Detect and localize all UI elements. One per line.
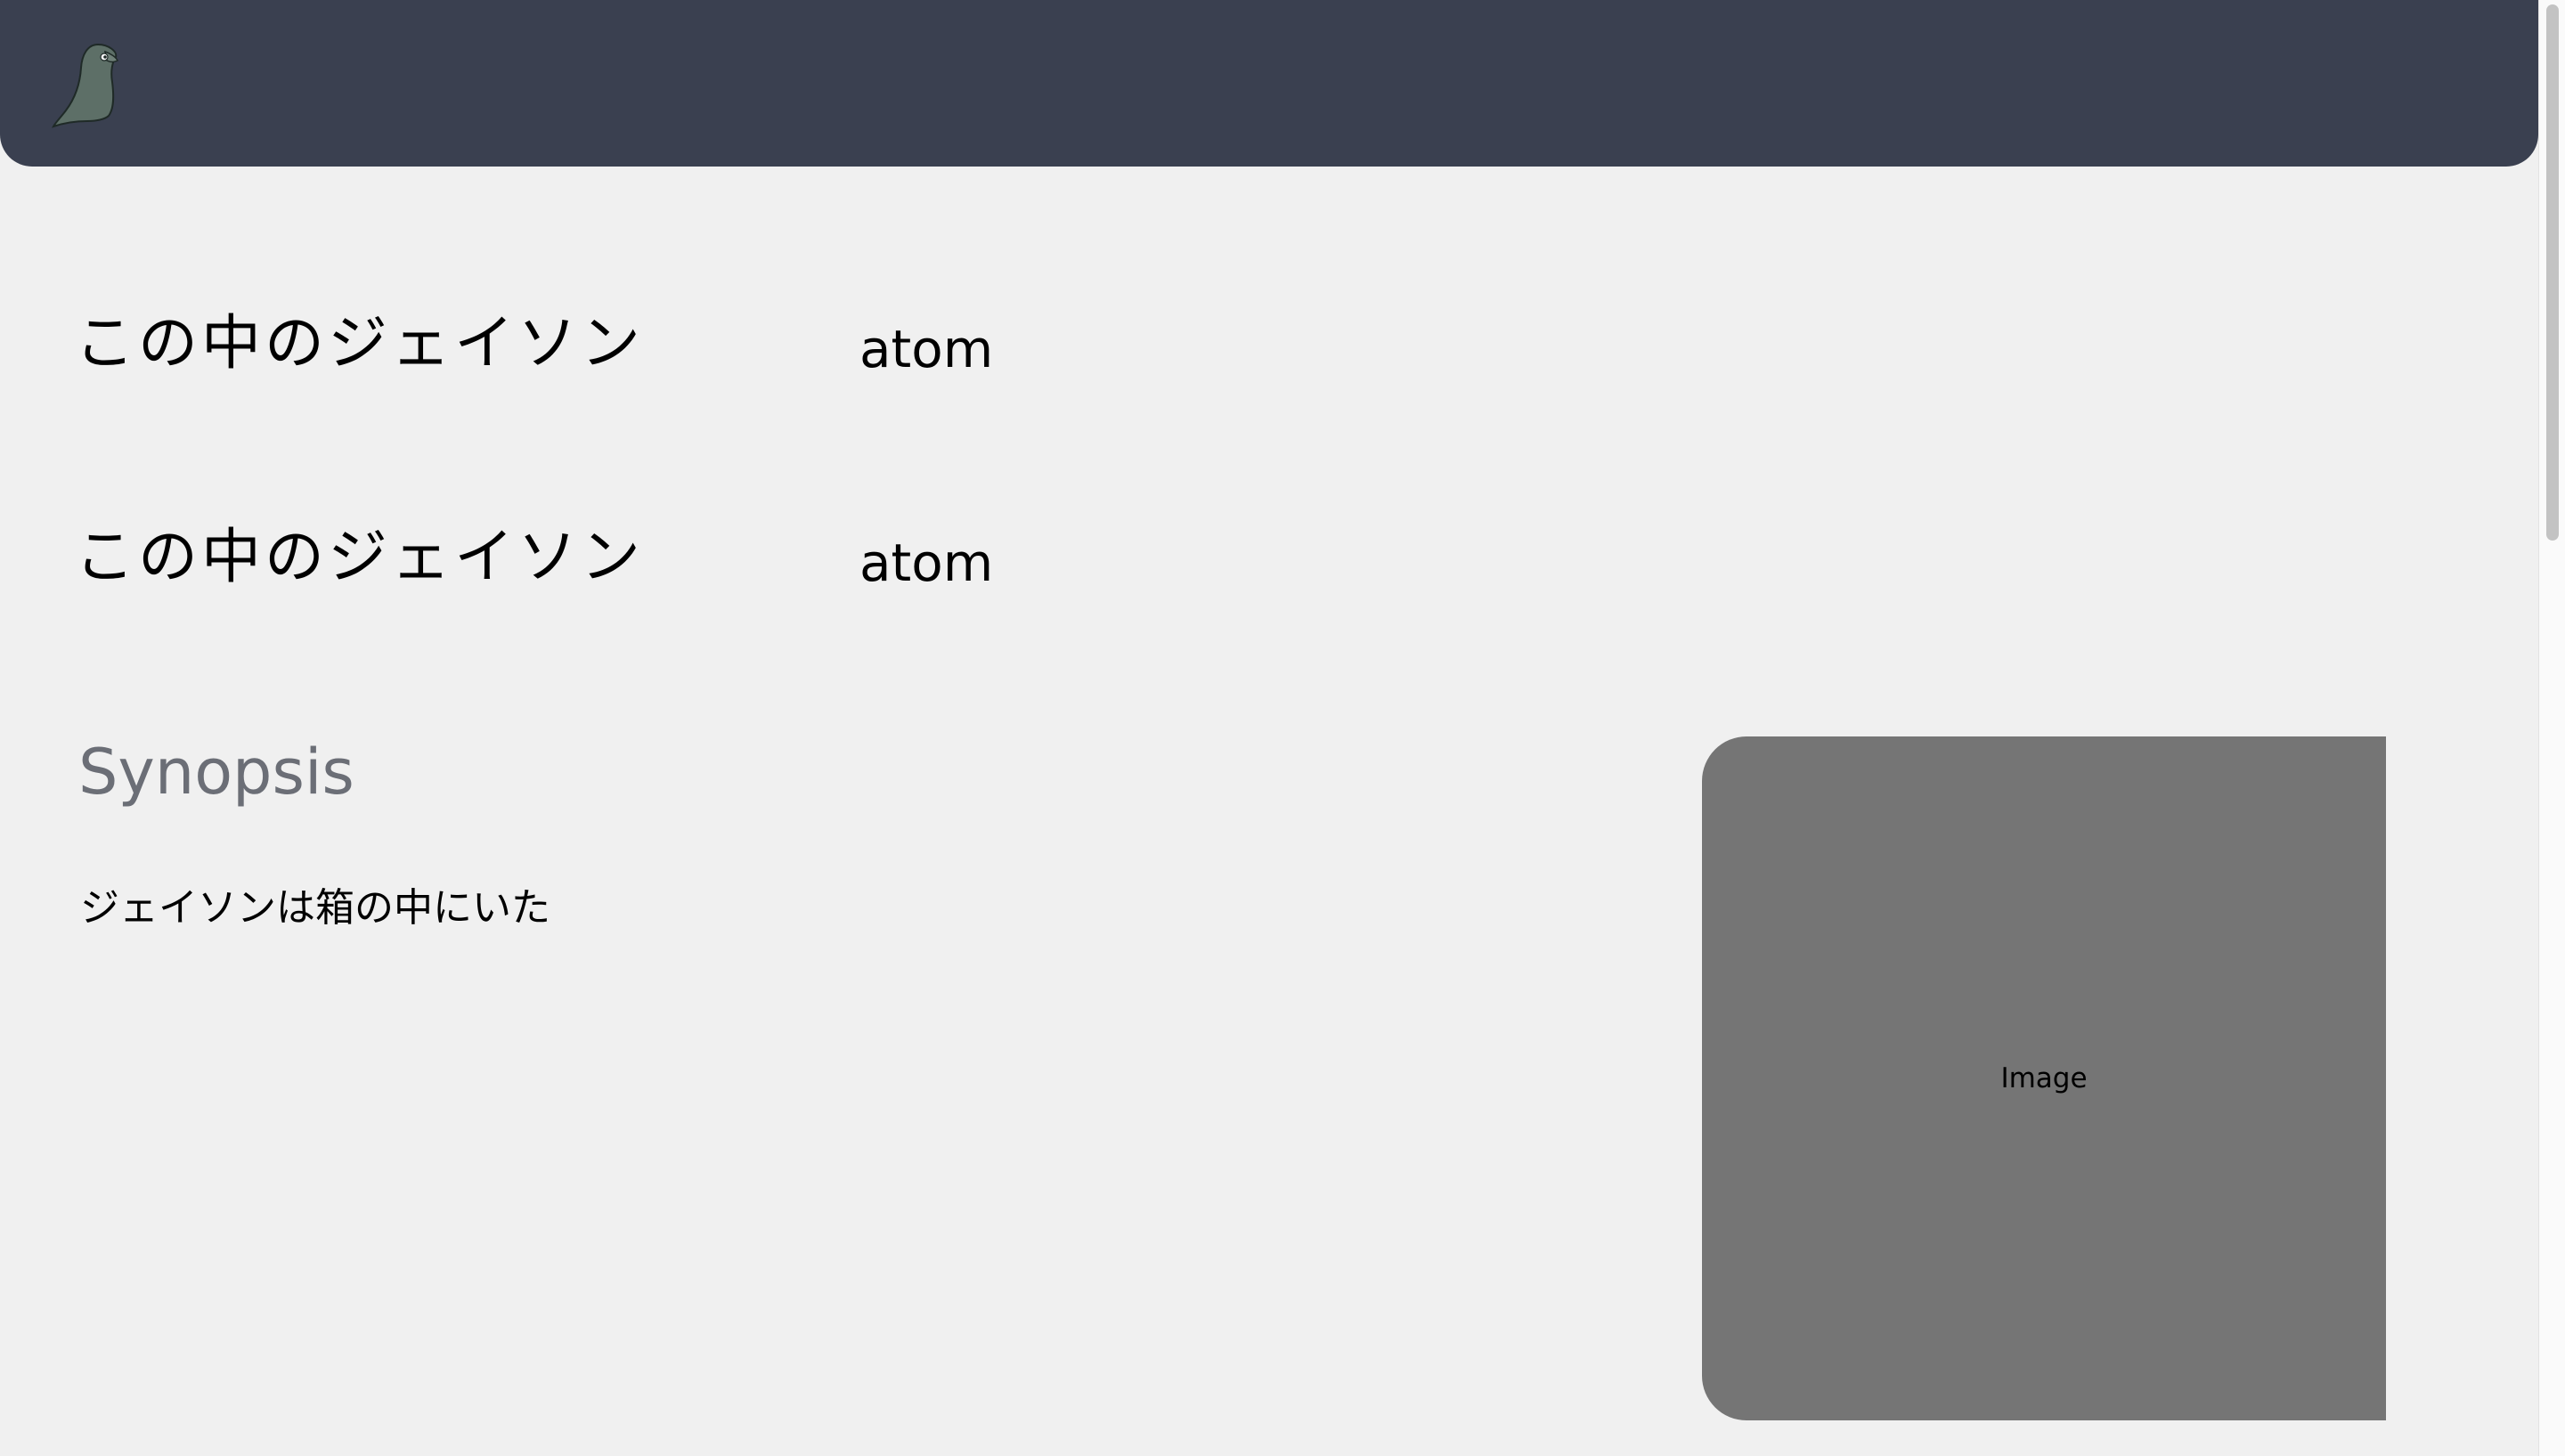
synopsis-text: ジェイソンは箱の中にいた — [80, 885, 550, 931]
penguin-logo-icon[interactable] — [52, 41, 123, 128]
page: この中のジェイソン atom この中のジェイソン atom Synopsis ジ… — [0, 0, 2538, 1456]
header-bar — [0, 0, 2538, 167]
english-title: atom — [859, 319, 994, 379]
synopsis-heading: Synopsis — [78, 736, 354, 809]
vertical-scrollbar[interactable] — [2538, 0, 2565, 1456]
title-row: この中のジェイソン atom — [0, 517, 1069, 606]
image-placeholder: Image — [1702, 736, 2386, 1420]
japanese-title: この中のジェイソン — [75, 522, 644, 591]
title-row: この中のジェイソン atom — [0, 303, 1069, 392]
english-title: atom — [859, 533, 994, 593]
image-label: Image — [2000, 1062, 2088, 1094]
japanese-title: この中のジェイソン — [75, 308, 644, 378]
scrollbar-thumb[interactable] — [2546, 4, 2559, 541]
